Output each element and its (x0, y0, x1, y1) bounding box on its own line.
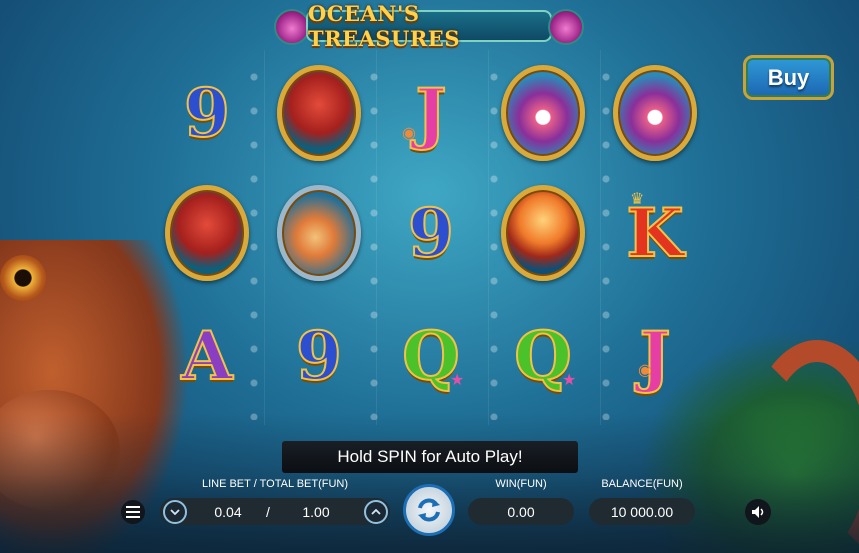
symbol-nine: 9 (295, 316, 343, 395)
spin-arrows-icon (418, 498, 440, 522)
reel-2-symbol-1 (264, 55, 374, 170)
title-plate: OCEAN'S TREASURES (306, 1, 552, 51)
win-value: 0.00 (468, 498, 574, 525)
reel-2-symbol-3: 9 (264, 298, 374, 413)
reel-3-symbol-2: 9 (376, 175, 486, 290)
reel-2-symbol-2 (264, 175, 374, 290)
balance-label: BALANCE(FUN) (601, 478, 683, 490)
reel-3-symbol-1: J ◉ (376, 55, 486, 170)
shell-icon: ◉ (638, 362, 652, 379)
balance-value: 10 000.00 (589, 498, 695, 525)
symbol-nine: 9 (183, 73, 231, 152)
oyster-pearl-symbol-icon (501, 64, 585, 161)
game-stage: OCEAN'S TREASURES Buy 9 A 9 J ◉ 9 Q ★ Q … (0, 0, 859, 553)
increase-bet-button[interactable] (364, 500, 388, 524)
octopus-symbol-icon (165, 184, 249, 281)
symbol-nine: 9 (407, 193, 455, 272)
bet-separator: / (266, 503, 270, 520)
starfish-icon: ★ (450, 372, 465, 389)
reel-5-symbol-2: K ♛ (600, 175, 710, 290)
jellyfish-symbol-icon (501, 184, 585, 281)
autoplay-hint-banner: Hold SPIN for Auto Play! (282, 441, 578, 473)
shell-icon (274, 9, 310, 45)
decrease-bet-button[interactable] (163, 500, 187, 524)
reel-4-symbol-2 (488, 175, 598, 290)
shell-icon: ◉ (402, 125, 416, 142)
reel-1-symbol-2 (152, 175, 262, 290)
symbol-jack: J (414, 73, 447, 152)
oyster-pearl-symbol-icon (613, 64, 697, 161)
buy-label: Buy (767, 64, 810, 90)
reel-grid: 9 A 9 J ◉ 9 Q ★ Q ★ K ♛ J ◉ (152, 50, 712, 425)
symbol-king: K (625, 193, 684, 272)
octopus-symbol-icon (277, 64, 361, 161)
bet-label: LINE BET / TOTAL BET(FUN) (201, 478, 349, 490)
line-bet-value: 0.04 (214, 503, 242, 520)
speaker-icon (752, 506, 764, 518)
chevron-down-icon (170, 509, 180, 515)
game-title-banner: OCEAN'S TREASURES (256, 1, 602, 51)
reel-4-symbol-3: Q ★ (488, 298, 598, 413)
symbol-ace: A (180, 316, 233, 395)
crown-icon: ♛ (630, 191, 645, 208)
spin-button[interactable] (403, 484, 455, 536)
shell-icon (548, 9, 584, 45)
chevron-up-icon (371, 509, 381, 515)
game-title: OCEAN'S TREASURES (308, 1, 460, 51)
reel-5-symbol-3: J ◉ (600, 298, 710, 413)
background-octopus-eye (0, 255, 46, 301)
starfish-icon: ★ (562, 372, 577, 389)
total-bet-value: 1.00 (302, 503, 330, 520)
sound-toggle-button[interactable] (745, 499, 771, 525)
reel-5-symbol-1 (600, 55, 710, 170)
lionfish-symbol-icon (277, 184, 361, 281)
autoplay-hint-text: Hold SPIN for Auto Play! (337, 447, 523, 466)
menu-icon (126, 506, 140, 518)
reel-4-symbol-1 (488, 55, 598, 170)
reel-1-symbol-3: A (152, 298, 262, 413)
win-label: WIN(FUN) (495, 478, 547, 490)
reel-1-symbol-1: 9 (152, 55, 262, 170)
reel-3-symbol-3: Q ★ (376, 298, 486, 413)
menu-button[interactable] (121, 500, 145, 524)
buy-feature-button[interactable]: Buy (743, 55, 834, 100)
